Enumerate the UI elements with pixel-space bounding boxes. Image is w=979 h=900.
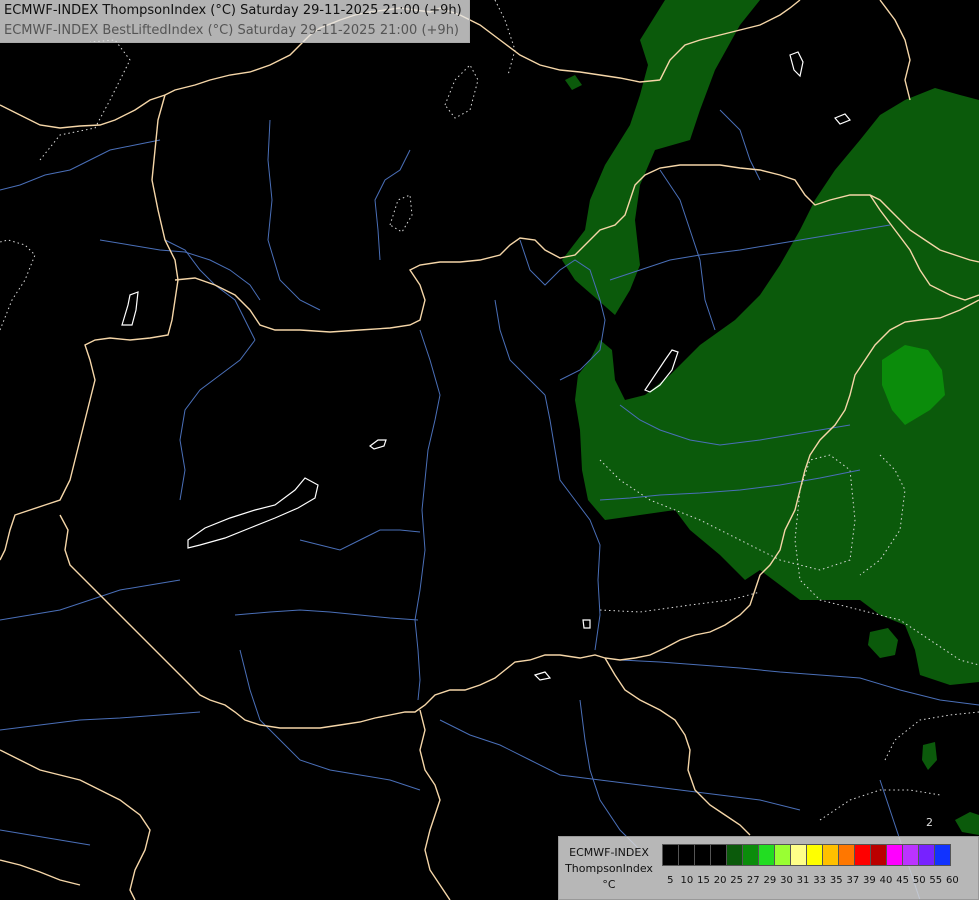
legend-label: 33 bbox=[813, 875, 826, 886]
legend-swatch bbox=[934, 844, 951, 866]
weather-map: 2 bbox=[0, 0, 979, 900]
legend-swatch bbox=[806, 844, 823, 866]
map-title-box: ECMWF-INDEX ThompsonIndex (°C) Saturday … bbox=[0, 0, 470, 43]
legend-swatches bbox=[662, 844, 951, 866]
legend-label: 29 bbox=[763, 875, 777, 886]
legend-swatch bbox=[854, 844, 871, 866]
legend-label: 30 bbox=[780, 875, 793, 886]
legend-swatch bbox=[870, 844, 887, 866]
legend-unit: °C bbox=[602, 878, 616, 891]
legend-label: 45 bbox=[896, 875, 909, 886]
legend-label: 37 bbox=[846, 875, 860, 886]
legend-swatch bbox=[822, 844, 839, 866]
legend-swatch bbox=[710, 844, 727, 866]
legend-label: 10 bbox=[680, 875, 694, 886]
legend-label: 35 bbox=[829, 875, 843, 886]
legend-label: 25 bbox=[730, 875, 744, 886]
legend-swatch bbox=[742, 844, 759, 866]
legend-swatch bbox=[918, 844, 935, 866]
legend-title-index: ThompsonIndex bbox=[565, 862, 653, 875]
legend-swatch bbox=[790, 844, 807, 866]
legend-title-model: ECMWF-INDEX bbox=[569, 846, 649, 859]
legend-swatch bbox=[694, 844, 711, 866]
map-title-bestlifted: ECMWF-INDEX BestLiftedIndex (°C) Saturda… bbox=[4, 23, 459, 38]
legend-label: 5 bbox=[667, 875, 674, 886]
legend-swatch bbox=[662, 844, 679, 866]
legend-swatch bbox=[902, 844, 919, 866]
legend-label: 50 bbox=[912, 875, 926, 886]
legend-swatch bbox=[758, 844, 775, 866]
color-legend: ECMWF-INDEX ThompsonIndex °C 5 10 15 20 25 27… bbox=[558, 836, 979, 900]
legend-label: 15 bbox=[697, 875, 710, 886]
legend-swatch bbox=[726, 844, 743, 866]
legend-swatch bbox=[774, 844, 791, 866]
legend-label: 20 bbox=[713, 875, 727, 886]
map-title-thompson: ECMWF-INDEX ThompsonIndex (°C) Saturday … bbox=[4, 3, 462, 18]
legend-label: 31 bbox=[796, 875, 810, 886]
legend-swatch bbox=[678, 844, 695, 866]
legend-label: 39 bbox=[863, 875, 876, 886]
legend-label: 55 bbox=[929, 875, 943, 886]
legend-label: 60 bbox=[946, 875, 959, 886]
contour-label: 2 bbox=[926, 816, 933, 829]
legend-swatch bbox=[886, 844, 903, 866]
legend-label: 40 bbox=[879, 875, 893, 886]
legend-label: 27 bbox=[746, 875, 760, 886]
legend-swatch bbox=[838, 844, 855, 866]
legend-labels: 5 10 15 20 25 27 29 30 31 33 35 37 39 40 45 50 55 60 bbox=[662, 875, 961, 887]
